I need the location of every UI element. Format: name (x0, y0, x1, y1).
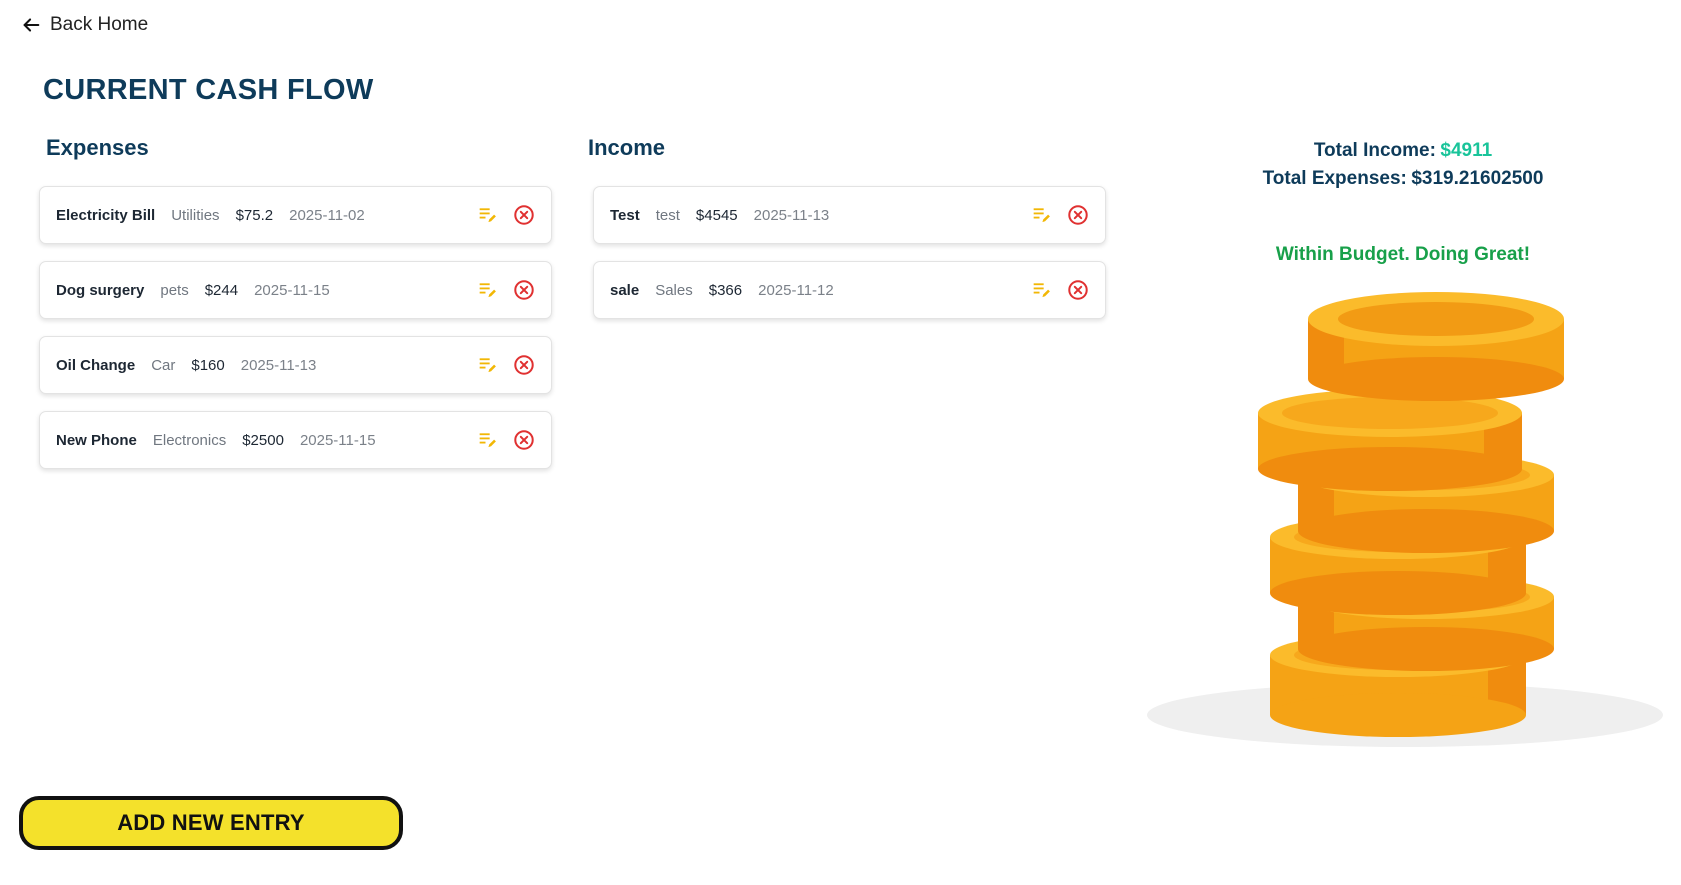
edit-icon[interactable] (477, 429, 499, 451)
expenses-list: Electricity Bill Utilities $75.2 2025-11… (39, 186, 552, 486)
income-list: Test test $4545 2025-11-13 sale Sales $3… (593, 186, 1106, 336)
total-expenses-value: $319.21602500 (1411, 168, 1544, 189)
back-home-label: Back Home (50, 14, 149, 35)
income-title: Income (588, 135, 666, 160)
delete-icon[interactable] (513, 429, 535, 451)
expense-item: Oil Change Car $160 2025-11-13 (39, 336, 552, 394)
entry-actions (477, 262, 535, 318)
entry-date: 2025-11-12 (758, 281, 834, 299)
entry-name: Oil Change (56, 356, 136, 374)
entry-actions (477, 412, 535, 468)
expense-item: Electricity Bill Utilities $75.2 2025-11… (39, 186, 552, 244)
delete-icon[interactable] (1067, 279, 1089, 301)
edit-icon[interactable] (1031, 204, 1053, 226)
delete-icon[interactable] (513, 354, 535, 376)
entry-amount: $160 (191, 356, 225, 374)
total-expenses-label: Total Expenses: (1262, 168, 1407, 189)
entry-name: Dog surgery (56, 281, 145, 299)
income-item: sale Sales $366 2025-11-12 (593, 261, 1106, 319)
entry-actions (477, 337, 535, 393)
delete-icon[interactable] (513, 279, 535, 301)
entry-date: 2025-11-15 (254, 281, 330, 299)
entry-name: Electricity Bill (56, 206, 156, 224)
delete-icon[interactable] (513, 204, 535, 226)
edit-icon[interactable] (477, 354, 499, 376)
entry-date: 2025-11-02 (289, 206, 365, 224)
entry-name: sale (610, 281, 640, 299)
entry-amount: $75.2 (235, 206, 274, 224)
entry-amount: $4545 (695, 206, 738, 224)
entry-amount: $366 (708, 281, 743, 299)
entry-name: Test (610, 206, 640, 224)
page-title: CURRENT CASH FLOW (43, 74, 374, 106)
income-item: Test test $4545 2025-11-13 (593, 186, 1106, 244)
entry-category: Car (151, 356, 176, 374)
entry-amount: $2500 (242, 431, 284, 449)
entry-date: 2025-11-13 (753, 206, 830, 224)
entry-category: Utilities (171, 206, 220, 224)
entry-actions (1031, 187, 1089, 243)
edit-icon[interactable] (1031, 279, 1053, 301)
coin-stack-icon (1147, 292, 1663, 747)
total-income-value: $4911 (1440, 140, 1493, 161)
entry-category: pets (160, 281, 189, 299)
entry-category: Electronics (152, 431, 227, 449)
entry-actions (1031, 262, 1089, 318)
entry-actions (477, 187, 535, 243)
entry-amount: $244 (204, 281, 239, 299)
total-income: Total Income: $4911 (1208, 140, 1598, 162)
edit-icon[interactable] (477, 204, 499, 226)
delete-icon[interactable] (1067, 204, 1089, 226)
expense-item: New Phone Electronics $2500 2025-11-15 (39, 411, 552, 469)
entry-category: Sales (655, 281, 693, 299)
total-expenses: Total Expenses: $319.21602500 (1208, 168, 1598, 190)
arrow-left-icon (23, 18, 40, 32)
back-home-link[interactable]: Back Home (20, 14, 148, 36)
add-new-entry-button[interactable]: ADD NEW ENTRY (19, 796, 403, 850)
expenses-title: Expenses (46, 135, 149, 160)
entry-category: test (655, 206, 680, 224)
entry-date: 2025-11-15 (299, 431, 376, 449)
entry-date: 2025-11-13 (240, 356, 317, 374)
edit-icon[interactable] (477, 279, 499, 301)
total-income-label: Total Income: (1313, 140, 1436, 161)
budget-status: Within Budget. Doing Great! (1275, 244, 1531, 265)
expense-item: Dog surgery pets $244 2025-11-15 (39, 261, 552, 319)
entry-name: New Phone (56, 431, 137, 449)
